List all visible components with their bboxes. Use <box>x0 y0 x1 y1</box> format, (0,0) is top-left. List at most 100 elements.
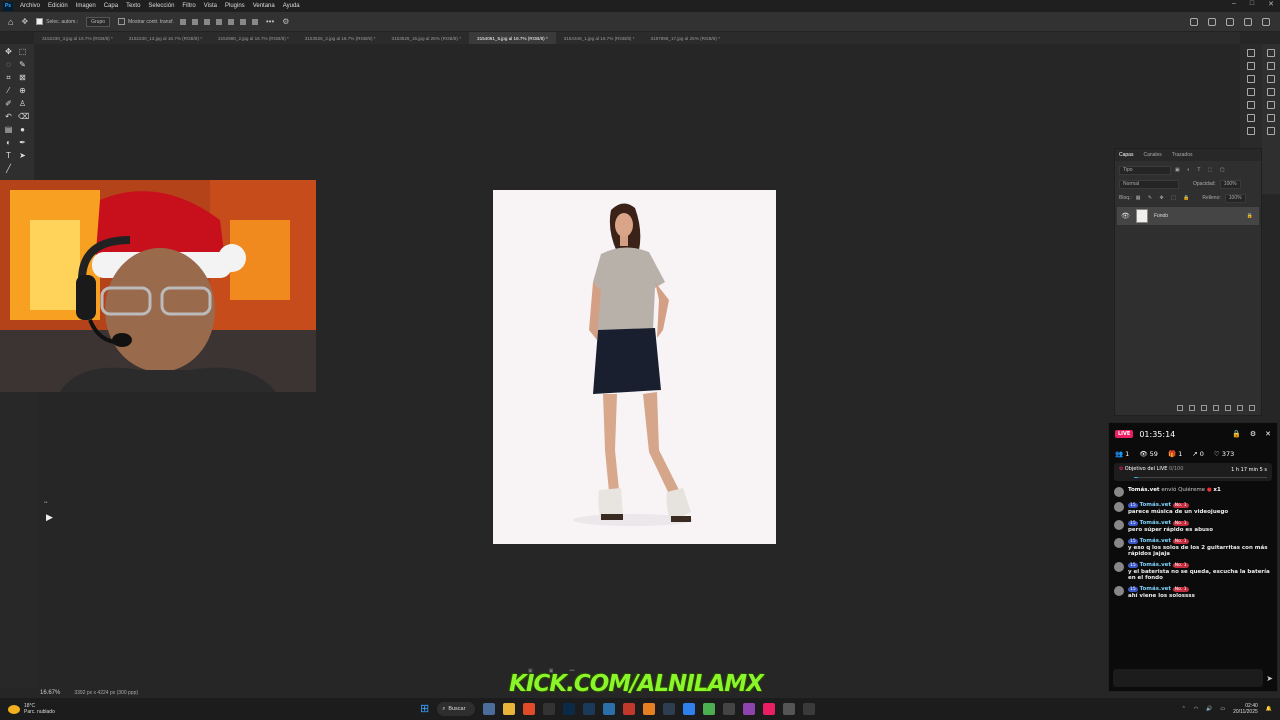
path-select-icon[interactable]: ➤ <box>18 151 27 160</box>
menu-ventana[interactable]: Ventana <box>249 3 279 9</box>
obs-app-icon[interactable] <box>783 703 796 715</box>
search-app-icon[interactable] <box>643 703 656 715</box>
media-app-icon[interactable] <box>723 703 736 715</box>
clock[interactable]: 02:40 20/11/2025 <box>1233 703 1258 715</box>
blend-mode-select[interactable]: Normal <box>1119 179 1179 189</box>
windows-start-icon[interactable]: ⊞ <box>420 703 429 715</box>
menu-imagen[interactable]: Imagen <box>72 3 100 9</box>
doc-tab[interactable]: 3153526_3.jpg al 16.7% (RGB/8) * <box>297 32 384 44</box>
search-icon[interactable] <box>1208 17 1216 26</box>
doc-tab[interactable]: 3153526_15.jpg al 25% (RGB/8) * <box>384 32 469 44</box>
align-top-icon[interactable] <box>227 18 234 25</box>
battery-icon[interactable]: ▭ <box>1220 706 1225 712</box>
doc-tab[interactable]: 3152230_13.jpg al 16.7% (RGB/8) * <box>121 32 210 44</box>
send-icon[interactable]: ➤ <box>1266 674 1273 683</box>
chat-input[interactable] <box>1113 669 1263 687</box>
chevron-up-icon[interactable]: ⌃ <box>1182 706 1186 712</box>
settings-icon[interactable]: ⚙ <box>1250 430 1256 438</box>
photoshop-app-icon[interactable] <box>563 703 576 715</box>
app-icon[interactable] <box>743 703 756 715</box>
wifi-icon[interactable]: ◠ <box>1194 706 1198 712</box>
lock-icons[interactable]: ▦ ✎ ✥ ⬚ 🔒 <box>1136 195 1193 201</box>
settings-app-icon[interactable] <box>803 703 816 715</box>
move-icon[interactable]: ✥ <box>4 47 13 56</box>
libraries-icon[interactable] <box>1267 101 1275 109</box>
fx-icon[interactable] <box>1189 405 1195 411</box>
notification-icon[interactable]: 🔔 <box>1266 706 1272 712</box>
autoselect-checkbox[interactable] <box>36 18 44 25</box>
align-bottom-icon[interactable] <box>251 18 258 25</box>
more-options-icon[interactable]: ••• <box>266 17 274 26</box>
comment-icon[interactable] <box>1247 88 1255 96</box>
live-goal[interactable]: ✿ Objetivo del LIVE 0/100 1 h 17 min 5 s <box>1114 463 1272 481</box>
app-icon[interactable] <box>623 703 636 715</box>
chat-user[interactable]: Tomás.vet <box>1139 520 1171 526</box>
lasso-icon[interactable]: ◌ <box>4 60 13 69</box>
maximize-icon[interactable]: □ <box>1250 0 1254 8</box>
lock-icon[interactable]: 🔒 <box>1232 430 1241 438</box>
tiktok-app-icon[interactable] <box>763 703 776 715</box>
document-canvas[interactable] <box>493 190 776 544</box>
drag-handle-icon[interactable]: •• <box>44 500 48 506</box>
taskbar-search[interactable]: ⌕ Buscar <box>437 702 476 716</box>
healing-icon[interactable]: ⊕ <box>18 86 27 95</box>
history-brush-icon[interactable]: ↶ <box>4 112 13 121</box>
doc-tab[interactable]: 3154346_1.jpg al 16.7% (RGB/8) * <box>556 32 643 44</box>
gift-user[interactable]: Tomás.vet <box>1128 487 1160 493</box>
pen-icon[interactable]: ✒ <box>18 138 27 147</box>
align-middle-icon[interactable] <box>239 18 246 25</box>
distribute-icon[interactable] <box>215 18 222 25</box>
swatches-icon[interactable] <box>1267 62 1275 70</box>
eye-icon[interactable]: 👁 <box>1121 212 1130 220</box>
line-icon[interactable]: ╱ <box>4 164 13 173</box>
menu-vista[interactable]: Vista <box>200 3 221 9</box>
workspace-icon[interactable] <box>1226 17 1234 26</box>
new-layer-icon[interactable] <box>1237 405 1243 411</box>
doc-tab[interactable]: 3157898_17.jpg al 25% (RGB/8) * <box>643 32 728 44</box>
menu-ayuda[interactable]: Ayuda <box>279 3 304 9</box>
chat-user[interactable]: Tomás.vet <box>1139 562 1171 568</box>
volume-icon[interactable]: 🔊 <box>1206 706 1212 712</box>
steam-app-icon[interactable] <box>603 703 616 715</box>
layer-name[interactable]: Fondo <box>1154 213 1168 219</box>
chat-user[interactable]: Tomás.vet <box>1139 538 1171 544</box>
crop-icon[interactable]: ⌗ <box>4 73 13 82</box>
character-icon[interactable] <box>1247 127 1255 135</box>
history-icon[interactable] <box>1247 49 1255 57</box>
menu-filtro[interactable]: Filtro <box>178 3 199 9</box>
adjust-icon[interactable] <box>1247 101 1255 109</box>
properties-icon[interactable] <box>1247 62 1255 70</box>
panel-icon[interactable] <box>1262 17 1270 26</box>
dodge-icon[interactable]: ◐ <box>4 138 13 147</box>
stamp-icon[interactable]: ♙ <box>18 99 27 108</box>
group-icon[interactable] <box>1225 405 1231 411</box>
layers-icon[interactable] <box>1267 114 1275 122</box>
home-icon[interactable]: ⌂ <box>8 17 13 27</box>
opacity-field[interactable]: 100% <box>1219 179 1241 189</box>
layer-filter-input[interactable]: Tipo <box>1119 165 1171 175</box>
brush-icon[interactable]: ✐ <box>4 99 13 108</box>
gear-icon[interactable]: ⚙ <box>282 17 289 26</box>
chat-user[interactable]: Tomás.vet <box>1139 586 1171 592</box>
group-select[interactable]: Grupo <box>86 16 111 27</box>
menu-capa[interactable]: Capa <box>100 3 122 9</box>
filter-icons[interactable]: ▣ ◐ T ⬚ ▢ <box>1175 167 1228 173</box>
layer-row[interactable]: 👁 Fondo 🔒 <box>1117 207 1259 225</box>
trash-icon[interactable] <box>1249 405 1255 411</box>
eraser-icon[interactable]: ⌫ <box>18 112 29 121</box>
lightbulb-icon[interactable] <box>1244 17 1252 26</box>
share-icon[interactable] <box>1190 17 1198 26</box>
gradient-panel-icon[interactable] <box>1267 75 1275 83</box>
close-icon[interactable]: ✕ <box>1265 430 1271 438</box>
doc-tab[interactable]: 3152980_2.jpg al 16.7% (RGB/8) * <box>210 32 297 44</box>
channels-icon[interactable] <box>1267 127 1275 135</box>
play-icon[interactable]: ▶ <box>46 512 58 524</box>
patterns-icon[interactable] <box>1267 88 1275 96</box>
align-right-icon[interactable] <box>203 18 210 25</box>
doc-tab-active[interactable]: 3154061_5.jpg al 16.7% (RGB/8) * <box>469 32 556 44</box>
calculator-app-icon[interactable] <box>663 703 676 715</box>
minimize-icon[interactable]: – <box>1232 0 1236 8</box>
close-icon[interactable]: ✕ <box>1268 0 1274 8</box>
color-icon[interactable] <box>1267 49 1275 57</box>
mask-icon[interactable] <box>1201 405 1207 411</box>
